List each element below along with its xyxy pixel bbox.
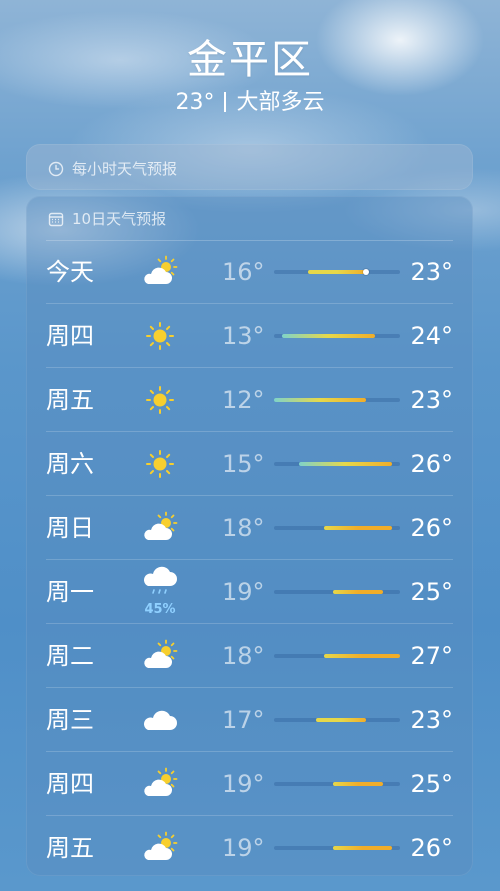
temperature-range-bar — [274, 846, 400, 850]
low-temperature: 17° — [222, 706, 265, 734]
temperature-range-bar — [274, 718, 400, 722]
ten-day-forecast-card[interactable]: 10日天气预报 今天 16° 23° 周四 13° 24° 周五 12° 23° 周六 15° 26°… — [26, 196, 473, 876]
clock-icon — [48, 161, 64, 177]
temperature-range-fill — [299, 462, 392, 466]
temperature-range-fill — [274, 398, 367, 402]
separator — [224, 92, 227, 112]
high-temperature: 26° — [410, 514, 453, 542]
high-temperature: 27° — [410, 642, 453, 670]
temperature-range-fill — [307, 270, 367, 274]
temperature-range-bar — [274, 654, 400, 658]
forecast-day-label: 周五 — [46, 834, 94, 862]
temperature-range-bar — [274, 398, 400, 402]
low-temperature: 13° — [222, 322, 265, 350]
partly-sunny-icon — [140, 766, 180, 802]
temperature-range-bar — [274, 526, 400, 530]
forecast-day-label: 周六 — [46, 450, 94, 478]
temperature-range-bar — [274, 334, 400, 338]
low-temperature: 12° — [222, 386, 265, 414]
low-temperature: 15° — [222, 450, 265, 478]
forecast-row[interactable]: 周三 17° 23° — [26, 688, 473, 752]
forecast-day-label: 周二 — [46, 642, 94, 670]
forecast-row[interactable]: 周一 45% 19° 25° — [26, 560, 473, 624]
temperature-range-fill — [332, 782, 384, 786]
low-temperature: 19° — [222, 770, 265, 798]
forecast-day-label: 周五 — [46, 386, 94, 414]
hourly-forecast-header: 每小时天气预报 — [48, 158, 177, 179]
city-name: 金平区 — [187, 37, 313, 83]
low-temperature: 18° — [222, 514, 265, 542]
high-temperature: 24° — [410, 322, 453, 350]
high-temperature: 23° — [410, 386, 453, 414]
temperature-range-bar — [274, 269, 400, 275]
temperature-range-fill — [324, 654, 400, 658]
temperature-range-bar — [274, 782, 400, 786]
low-temperature: 19° — [222, 578, 265, 606]
calendar-icon — [48, 211, 64, 227]
low-temperature: 19° — [222, 834, 265, 862]
ten-day-forecast-header: 10日天气预报 — [48, 208, 166, 229]
temperature-range-fill — [332, 590, 384, 594]
forecast-day-label: 周四 — [46, 770, 94, 798]
current-summary: 23° 大部多云 — [0, 88, 500, 118]
forecast-day-label: 周四 — [46, 322, 94, 350]
forecast-row[interactable]: 周五 19° 26° — [26, 816, 473, 876]
high-temperature: 26° — [410, 834, 453, 862]
low-temperature: 18° — [222, 642, 265, 670]
forecast-day-label: 周日 — [46, 514, 94, 542]
hourly-forecast-card[interactable]: 每小时天气预报 — [26, 144, 473, 190]
forecast-day-label: 周一 — [46, 578, 94, 606]
high-temperature: 26° — [410, 450, 453, 478]
temperature-range-fill — [316, 718, 367, 722]
cloud-icon — [140, 702, 180, 738]
temperature-range-fill — [282, 334, 375, 338]
forecast-day-label: 今天 — [46, 258, 94, 286]
forecast-row[interactable]: 周六 15° 26° — [26, 432, 473, 496]
partly-sunny-icon — [140, 638, 180, 674]
forecast-row[interactable]: 周二 18° 27° — [26, 624, 473, 688]
sun-icon — [140, 446, 180, 482]
forecast-row[interactable]: 今天 16° 23° — [26, 240, 473, 304]
high-temperature: 25° — [410, 770, 453, 798]
partly-sunny-icon — [140, 254, 180, 290]
forecast-row[interactable]: 周四 19° 25° — [26, 752, 473, 816]
temperature-range-fill — [332, 846, 392, 850]
current-conditions: 金平区 23° 大部多云 — [0, 34, 500, 118]
temperature-range-bar — [274, 590, 400, 594]
high-temperature: 25° — [410, 578, 453, 606]
low-temperature: 16° — [222, 258, 265, 286]
current-temperature: 23° — [175, 90, 215, 115]
current-temperature-marker — [363, 269, 370, 275]
current-condition: 大部多云 — [236, 90, 325, 115]
high-temperature: 23° — [410, 706, 453, 734]
rain-cloud-icon — [140, 566, 180, 602]
sun-icon — [140, 318, 180, 354]
sun-icon — [140, 382, 180, 418]
partly-sunny-icon — [140, 830, 180, 866]
hourly-forecast-title: 每小时天气预报 — [72, 160, 178, 178]
temperature-range-fill — [324, 526, 392, 530]
forecast-row[interactable]: 周五 12° 23° — [26, 368, 473, 432]
forecast-row[interactable]: 周日 18° 26° — [26, 496, 473, 560]
precipitation-chance: 45% — [144, 602, 176, 617]
partly-sunny-icon — [140, 510, 180, 546]
temperature-range-bar — [274, 462, 400, 466]
forecast-row[interactable]: 周四 13° 24° — [26, 304, 473, 368]
ten-day-forecast-title: 10日天气预报 — [72, 210, 167, 228]
high-temperature: 23° — [410, 258, 453, 286]
forecast-day-label: 周三 — [46, 706, 94, 734]
